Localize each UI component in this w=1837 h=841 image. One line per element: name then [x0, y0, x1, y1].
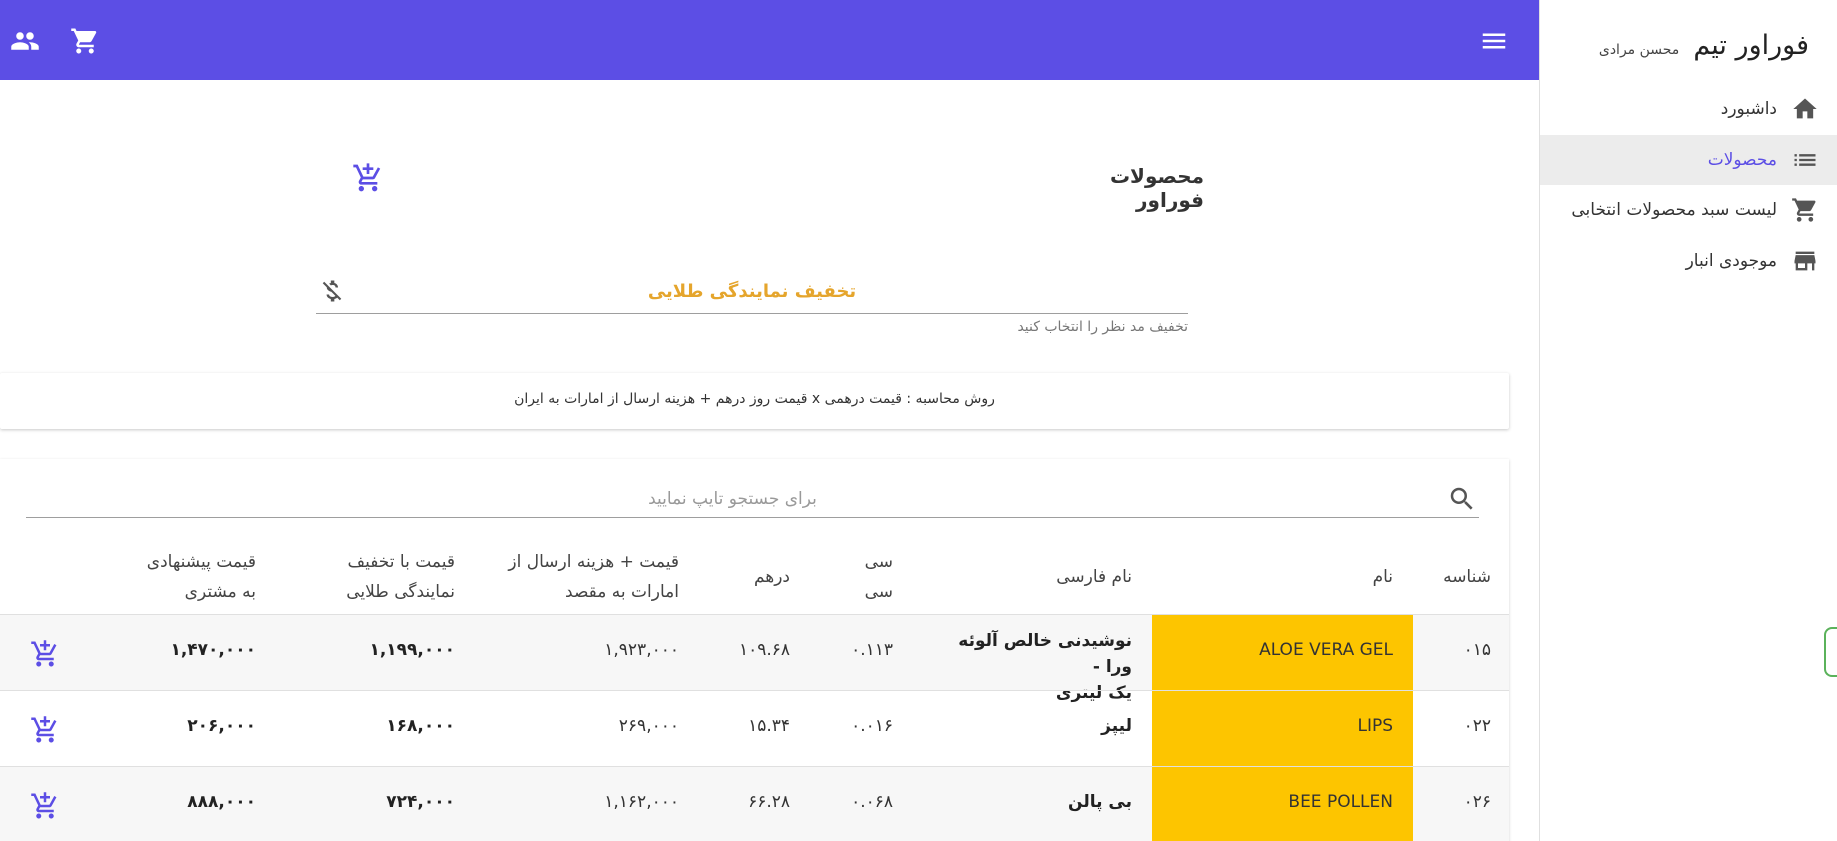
- discount-hint: تخفیف مد نظر را انتخاب کنید: [1017, 319, 1188, 335]
- discount-select[interactable]: تخفیف نمایندگی طلایی: [316, 271, 1188, 314]
- people-icon[interactable]: [10, 26, 40, 56]
- table-row: ۰۲۲ LIPS لیپز ۰.۰۱۶ ۱۵.۳۴ ۲۶۹,۰۰۰ ۱۶۸,۰۰…: [0, 690, 1509, 767]
- nav-drawer: فوراور تیم محسن مرادی داشبورد محصولات لی…: [1539, 0, 1837, 841]
- nav-item-label: داشبورد: [1720, 99, 1777, 119]
- nav-item-products[interactable]: محصولات: [1540, 135, 1837, 185]
- add-to-cart-icon[interactable]: [352, 162, 384, 194]
- table-row: ۰۱۵ ALOE VERA GEL نوشیدنی خالص آلوئه ورا…: [0, 614, 1509, 703]
- cell-gold-price: ۱۶۸,۰۰۰: [386, 716, 455, 736]
- cell-price-ship: ۱,۱۶۲,۰۰۰: [604, 792, 679, 812]
- cell-gold-price: ۷۲۴,۰۰۰: [386, 792, 455, 812]
- chat-widget-tab[interactable]: [1824, 627, 1837, 677]
- calc-method-text: روش محاسبه : قیمت درهمی x قیمت روز درهم …: [514, 391, 995, 407]
- cell-suggested-price: ۱,۴۷۰,۰۰۰: [170, 640, 256, 660]
- home-icon: [1793, 98, 1817, 119]
- discount-value: تخفیف نمایندگی طلایی: [647, 281, 857, 302]
- cell-cc: ۰.۰۱۶: [851, 716, 893, 736]
- header-suggested-price-line1: قیمت پیشنهادی: [146, 552, 256, 572]
- add-to-cart-icon[interactable]: [30, 639, 60, 669]
- cell-name: LIPS: [1357, 716, 1393, 736]
- app-title: فوراور تیم: [1693, 30, 1809, 61]
- cell-aed: ۱۵.۳۴: [748, 716, 790, 736]
- cell-persian-name: لیپز: [1101, 716, 1132, 736]
- header-aed: درهم: [753, 567, 790, 587]
- cell-cc: ۰.۱۱۳: [851, 640, 893, 660]
- cell-aed: ۶۶.۲۸: [748, 792, 790, 812]
- header-price-ship: قیمت + هزینه ارسال از امارات به مقصد: [479, 547, 679, 607]
- cell-id: ۰۲۲: [1463, 716, 1491, 736]
- menu-icon[interactable]: [1479, 26, 1509, 56]
- header-cc: سی سی: [813, 547, 893, 607]
- cell-price-ship: ۲۶۹,۰۰۰: [618, 716, 679, 736]
- cell-suggested-price: ۲۰۶,۰۰۰: [187, 716, 256, 736]
- nav-item-cart-list[interactable]: لیست سبد محصولات انتخابی: [1540, 185, 1837, 235]
- add-to-cart-icon[interactable]: [30, 791, 60, 821]
- user-name: محسن مرادی: [1598, 42, 1680, 58]
- nav-item-label: موجودی انبار: [1685, 251, 1777, 271]
- nav-item-inventory[interactable]: موجودی انبار: [1540, 236, 1837, 286]
- cell-price-ship: ۱,۹۲۳,۰۰۰: [604, 640, 679, 660]
- cell-name: BEE POLLEN: [1288, 792, 1393, 812]
- header-gold-price-line1: قیمت با تخفیف: [347, 552, 455, 572]
- header-cc-line2: سی: [864, 582, 893, 602]
- cell-gold-price: ۱,۱۹۹,۰۰۰: [369, 640, 455, 660]
- calc-method-card: روش محاسبه : قیمت درهمی x قیمت روز درهم …: [0, 373, 1509, 429]
- cell-cc: ۰.۰۶۸: [851, 792, 893, 812]
- cart-icon[interactable]: [70, 26, 100, 56]
- search-icon[interactable]: [1447, 484, 1477, 514]
- nav-item-label: لیست سبد محصولات انتخابی: [1571, 200, 1777, 220]
- drawer-header: فوراور تیم محسن مرادی: [1599, 30, 1809, 61]
- header-cc-line1: سی: [864, 552, 893, 572]
- money-off-icon: [318, 277, 346, 305]
- add-to-cart-icon[interactable]: [30, 715, 60, 745]
- cell-persian-name: بی پالن: [1068, 792, 1132, 812]
- nav-item-dashboard[interactable]: داشبورد: [1540, 84, 1837, 134]
- header-suggested-price: قیمت پیشنهادی به مشتری: [96, 547, 256, 607]
- cell-id: ۰۲۶: [1463, 792, 1491, 812]
- search-input[interactable]: [26, 486, 1439, 512]
- cell-persian-name-line1: نوشیدنی خالص آلوئه ورا -: [958, 631, 1132, 677]
- page-title: محصولات فوراور: [1109, 164, 1204, 212]
- cell-aed: ۱۰۹.۶۸: [738, 640, 790, 660]
- header-id: شناسه: [1443, 567, 1491, 587]
- cell-name: ALOE VERA GEL: [1259, 640, 1393, 660]
- list-icon: [1794, 154, 1816, 166]
- products-table-card: شناسه نام نام فارسی سی سی درهم قیمت + هز…: [0, 459, 1509, 841]
- app-bar: [0, 0, 1539, 80]
- header-price-ship-line2: امارات به مقصد: [565, 582, 679, 602]
- header-gold-price-line2: نمایندگی طلایی: [346, 582, 455, 602]
- search-field: [26, 480, 1479, 518]
- cell-suggested-price: ۸۸۸,۰۰۰: [187, 792, 256, 812]
- table-row: ۰۲۶ BEE POLLEN بی پالن ۰.۰۶۸ ۶۶.۲۸ ۱,۱۶۲…: [0, 766, 1509, 841]
- store-icon: [1794, 251, 1816, 271]
- cell-id: ۰۱۵: [1463, 640, 1491, 660]
- cart-icon: [1792, 198, 1816, 222]
- header-suggested-price-line2: به مشتری: [184, 582, 256, 602]
- nav-item-label: محصولات: [1707, 150, 1777, 170]
- header-price-ship-line1: قیمت + هزینه ارسال از: [508, 552, 679, 572]
- header-persian-name: نام فارسی: [1056, 567, 1132, 587]
- header-name: نام: [1372, 567, 1393, 587]
- header-gold-price: قیمت با تخفیف نمایندگی طلایی: [285, 547, 455, 607]
